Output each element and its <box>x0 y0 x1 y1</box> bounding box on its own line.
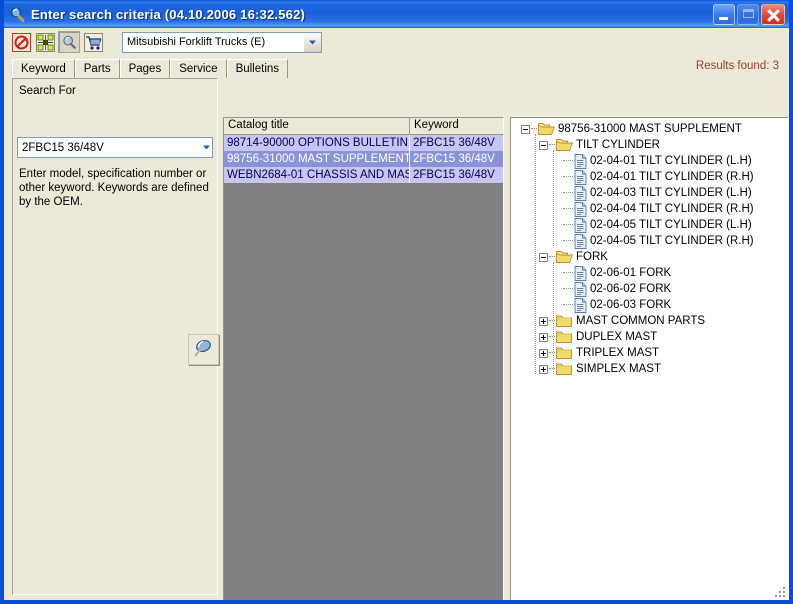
cell-keyword: 2FBC15 36/48V <box>413 169 495 181</box>
catalog-select-value: Mitsubishi Forklift Trucks (E) <box>127 36 266 48</box>
tree-node-label: 02-06-02 FORK <box>590 283 672 295</box>
chevron-down-icon[interactable] <box>201 142 212 153</box>
expand-toggle-icon[interactable] <box>539 332 548 342</box>
document-icon <box>574 265 587 281</box>
window-title: Enter search criteria (04.10.2006 16:32.… <box>31 6 306 22</box>
document-icon <box>574 297 587 313</box>
title-bar: Enter search criteria (04.10.2006 16:32.… <box>4 0 789 28</box>
document-icon <box>574 185 587 201</box>
catalog-list-empty-area <box>224 183 503 600</box>
document-icon <box>574 169 587 185</box>
magnifier-icon <box>192 337 215 363</box>
tab-service[interactable]: Service <box>170 59 227 78</box>
minimize-button[interactable] <box>713 3 735 25</box>
tree-guide-line <box>553 150 554 246</box>
table-row[interactable]: 98756-31000 MAST SUPPLEMENT 2FBC15 36/48… <box>224 151 503 167</box>
search-panel: Search For 2FBC15 36/48V Enter model, sp… <box>12 78 219 595</box>
tab-bar: Keyword Parts Pages Service Bulletins <box>12 58 781 78</box>
folder-closed-icon <box>556 314 573 328</box>
search-for-label: Search For <box>19 85 76 97</box>
tree-node-label: DUPLEX MAST <box>576 331 658 343</box>
expand-toggle-icon[interactable] <box>539 316 548 326</box>
folder-open-icon <box>556 250 573 264</box>
client-area: Mitsubishi Forklift Trucks (E) Keyword P… <box>4 28 789 600</box>
application-window: Enter search criteria (04.10.2006 16:32.… <box>0 0 793 604</box>
catalog-list-header: Catalog title Keyword <box>224 118 503 135</box>
tab-keyword[interactable]: Keyword <box>12 59 75 78</box>
cell-catalog-title: WEBN2684-01 CHASSIS AND MAST <box>224 167 410 183</box>
cell-catalog-title: 98756-31000 MAST SUPPLEMENT <box>224 151 410 167</box>
cell-keyword: 2FBC15 36/48V <box>413 153 495 165</box>
search-input[interactable]: 2FBC15 36/48V <box>17 137 213 158</box>
table-row[interactable]: WEBN2684-01 CHASSIS AND MAST 2FBC15 36/4… <box>224 167 503 183</box>
search-hint-text: Enter model, specification number or oth… <box>19 168 209 208</box>
document-icon <box>574 281 587 297</box>
tree-guide-line <box>553 262 554 374</box>
tree-node-label: 02-04-04 TILT CYLINDER (R.H) <box>590 203 754 215</box>
results-count-label: Results found: 3 <box>695 60 779 72</box>
shopping-cart-icon[interactable] <box>82 31 104 53</box>
cancel-search-icon[interactable] <box>10 31 32 53</box>
cell-keyword: 2FBC15 36/48V <box>413 137 495 149</box>
window-controls <box>713 3 787 25</box>
app-search-icon <box>9 6 26 23</box>
tree-node-label: 02-04-05 TILT CYLINDER (R.H) <box>590 235 754 247</box>
table-row[interactable]: 98714-90000 OPTIONS BULLETIN 2FBC15 36/4… <box>224 135 503 151</box>
tab-parts[interactable]: Parts <box>74 59 120 78</box>
column-header-keyword[interactable]: Keyword <box>410 118 503 134</box>
collapse-toggle-icon[interactable] <box>539 140 548 150</box>
tree-node-label: 98756-31000 MAST SUPPLEMENT <box>558 123 742 135</box>
search-input-value: 2FBC15 36/48V <box>22 141 104 154</box>
resize-grip[interactable] <box>775 587 787 599</box>
folder-closed-icon <box>556 362 573 376</box>
catalog-select[interactable]: Mitsubishi Forklift Trucks (E) <box>122 31 322 53</box>
catalog-grid-icon[interactable] <box>34 31 56 53</box>
folder-open-icon <box>556 138 573 152</box>
search-criteria-icon[interactable] <box>58 31 80 53</box>
folder-open-icon <box>538 122 555 136</box>
column-header-catalog-title[interactable]: Catalog title <box>224 118 410 134</box>
collapse-toggle-icon[interactable] <box>539 252 548 262</box>
catalog-tree-panel[interactable]: 98756-31000 MAST SUPPLEMENT TILT CYLINDER… <box>510 117 789 600</box>
tree-node-label: TRIPLEX MAST <box>576 347 660 359</box>
tree-node[interactable]: 98756-31000 MAST SUPPLEMENT <box>511 121 788 137</box>
expand-toggle-icon[interactable] <box>539 364 548 374</box>
tree-node-label: FORK <box>576 251 608 263</box>
tree-node-label: 02-04-03 TILT CYLINDER (L.H) <box>590 187 752 199</box>
chevron-down-icon[interactable] <box>303 32 321 52</box>
tree-node-label: 02-04-01 TILT CYLINDER (R.H) <box>590 171 754 183</box>
tab-pages[interactable]: Pages <box>119 59 171 78</box>
window-frame: Enter search criteria (04.10.2006 16:32.… <box>0 0 793 604</box>
folder-closed-icon <box>556 330 573 344</box>
tab-bulletins[interactable]: Bulletins <box>226 59 289 78</box>
document-icon <box>574 233 587 249</box>
maximize-button[interactable] <box>737 3 759 25</box>
expand-toggle-icon[interactable] <box>539 348 548 358</box>
tree-node-label: SIMPLEX MAST <box>576 363 661 375</box>
collapse-toggle-icon[interactable] <box>521 124 530 134</box>
toolbar: Mitsubishi Forklift Trucks (E) <box>4 28 789 56</box>
search-button[interactable] <box>188 334 219 365</box>
tree-node-label: 02-04-01 TILT CYLINDER (L.H) <box>590 155 752 167</box>
cell-catalog-title: 98714-90000 OPTIONS BULLETIN <box>224 135 410 151</box>
tree-node-label: TILT CYLINDER <box>576 139 660 151</box>
catalog-list-panel[interactable]: Catalog title Keyword 98714-90000 OPTION… <box>223 117 504 600</box>
folder-closed-icon <box>556 346 573 360</box>
tree-node-label: 02-06-03 FORK <box>590 299 672 311</box>
tree-guide-line <box>535 134 536 374</box>
document-icon <box>574 153 587 169</box>
tree-node-label: 02-06-01 FORK <box>590 267 672 279</box>
document-icon <box>574 201 587 217</box>
close-button[interactable] <box>761 3 785 25</box>
document-icon <box>574 217 587 233</box>
tree-node-label: 02-04-05 TILT CYLINDER (L.H) <box>590 219 752 231</box>
tree-node-label: MAST COMMON PARTS <box>576 315 706 327</box>
